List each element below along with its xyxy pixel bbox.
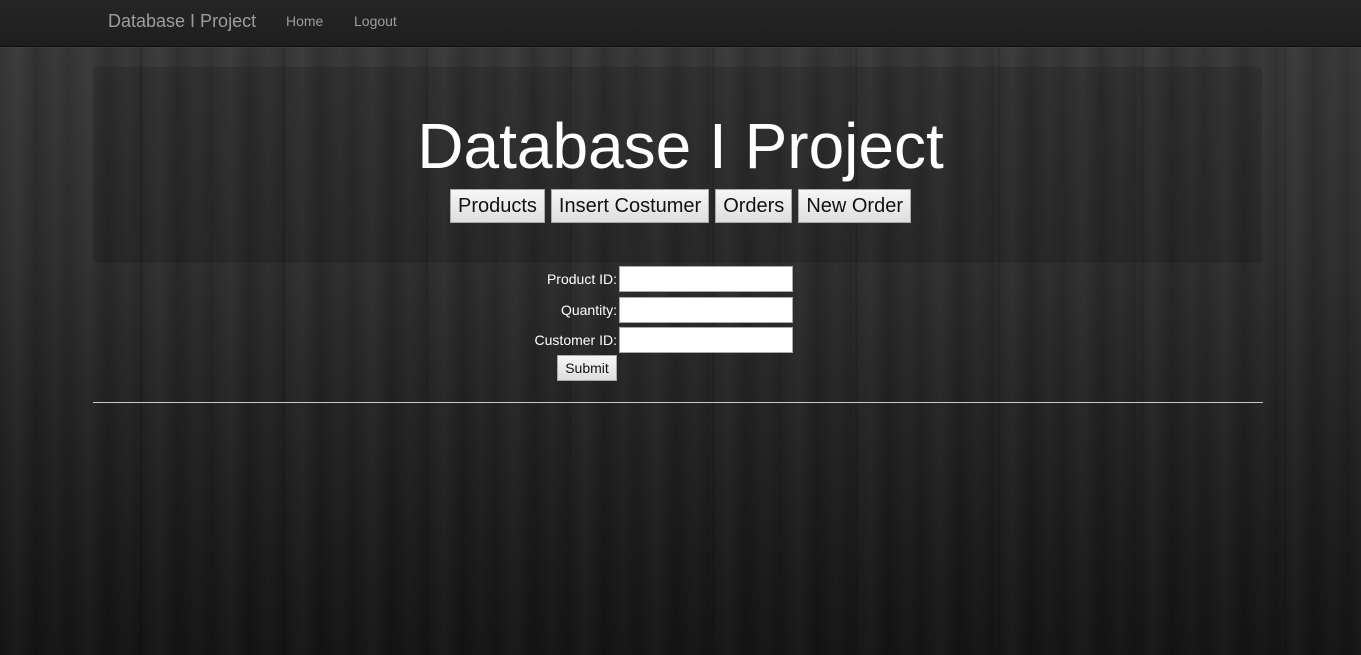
navbar-brand[interactable]: Database I Project [108, 11, 256, 32]
nav-link-logout[interactable]: Logout [354, 13, 397, 29]
nav-link-home[interactable]: Home [286, 13, 323, 29]
form-row-product-id: Product ID: [0, 266, 1361, 292]
quantity-label: Quantity: [560, 302, 617, 318]
form-row-quantity: Quantity: [0, 297, 1361, 323]
products-button[interactable]: Products [449, 189, 545, 223]
customer-id-input[interactable] [619, 327, 793, 353]
page-title: Database I Project [417, 110, 944, 182]
product-id-input[interactable] [619, 266, 793, 292]
form-row-customer-id: Customer ID: [0, 327, 1361, 353]
orders-button[interactable]: Orders [715, 189, 793, 223]
customer-id-label: Customer ID: [534, 332, 617, 348]
submit-button[interactable]: Submit [557, 355, 617, 381]
divider [93, 402, 1263, 403]
new-order-button[interactable]: New Order [798, 189, 912, 223]
product-id-label: Product ID: [546, 271, 617, 287]
quantity-input[interactable] [619, 297, 793, 323]
section-menu: Products Insert Costumer Orders New Orde… [0, 189, 1361, 223]
navbar: Database I Project Home Logout [0, 0, 1361, 47]
insert-costumer-button[interactable]: Insert Costumer [550, 189, 710, 223]
